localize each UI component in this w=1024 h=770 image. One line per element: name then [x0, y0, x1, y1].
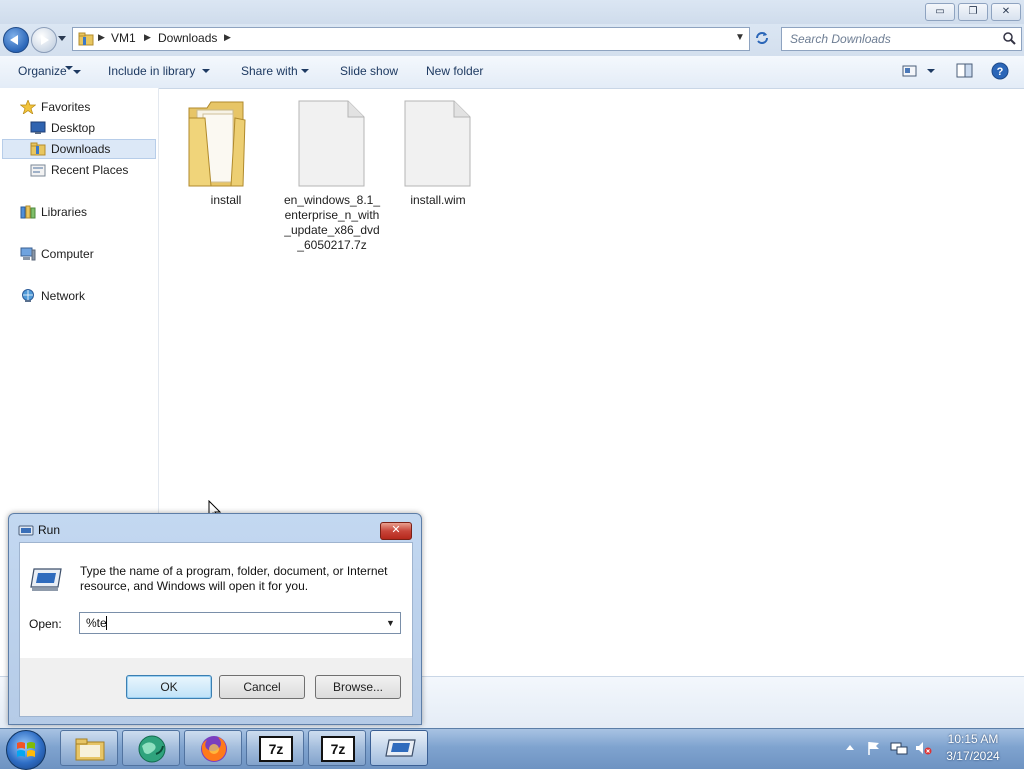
clock-date: 3/17/2024	[946, 749, 1000, 763]
computer-icon	[20, 247, 36, 261]
address-history-dropdown-icon[interactable]: ▼	[735, 32, 745, 43]
action-center-flag-icon[interactable]	[866, 740, 882, 756]
address-bar[interactable]: ▶ VM1 ▶ Downloads ▶ ▼	[72, 27, 750, 51]
file-item[interactable]: en_windows_8.1_ enterprise_n_with _updat…	[283, 100, 381, 260]
start-button[interactable]	[6, 730, 46, 770]
network-icon	[22, 289, 34, 302]
share-with-button[interactable]: Share with	[241, 64, 298, 78]
search-icon[interactable]	[1002, 31, 1016, 45]
sidebar-label-desktop: Desktop	[51, 121, 96, 135]
cancel-button[interactable]: Cancel	[219, 675, 305, 699]
recent-pages-dropdown-icon[interactable]	[58, 36, 66, 41]
run-description: Type the name of a program, folder, docu…	[80, 564, 388, 593]
organize-dropdown-icon	[65, 66, 73, 70]
open-history-dropdown-icon[interactable]: ▼	[386, 618, 395, 628]
breadcrumb-vm1[interactable]: VM1	[111, 31, 136, 45]
search-input[interactable]: Search Downloads	[781, 27, 1022, 51]
text-caret	[106, 616, 107, 630]
taskbar-app-explorer[interactable]	[60, 730, 118, 766]
folder-location-icon	[78, 32, 94, 46]
taskbar-app-7zip[interactable]: 7z	[308, 730, 366, 766]
system-clock[interactable]: 10:15 AM 3/17/2024	[932, 731, 1014, 765]
wim-file-icon	[404, 100, 471, 187]
clock-time: 10:15 AM	[947, 732, 999, 746]
file-name: en_windows_8.1_ enterprise_n_with _updat…	[283, 193, 381, 252]
libraries-icon	[20, 205, 36, 219]
windows-explorer-icon	[75, 738, 105, 761]
firefox-icon	[201, 736, 227, 762]
open-input[interactable]: %te ▼	[79, 612, 401, 634]
browser-globe-icon	[138, 735, 166, 763]
new-folder-button[interactable]: New folder	[426, 64, 483, 78]
browse-button[interactable]: Browse...	[315, 675, 401, 699]
file-name: install	[210, 193, 242, 207]
desktop-icon	[30, 121, 46, 134]
sidebar-label-recent-places: Recent Places	[51, 163, 129, 177]
breadcrumb-separator-icon[interactable]: ▶	[224, 32, 231, 43]
include-in-library-dropdown-icon	[202, 69, 210, 73]
view-options-dropdown-icon[interactable]	[927, 69, 935, 73]
volume-muted-icon[interactable]	[914, 740, 932, 756]
slide-show-button[interactable]: Slide show	[340, 64, 398, 78]
windows-logo-icon	[17, 742, 35, 757]
include-in-library-button[interactable]: Include in library	[108, 64, 195, 78]
taskbar-app-globe[interactable]	[122, 730, 180, 766]
minimize-button[interactable]: ▭	[925, 3, 955, 21]
preview-pane-icon[interactable]	[956, 63, 974, 79]
forward-button[interactable]	[31, 27, 57, 53]
file-name: install.wim	[410, 193, 466, 207]
breadcrumb-separator-icon[interactable]: ▶	[144, 32, 151, 43]
file-item[interactable]: install	[181, 96, 271, 207]
restore-button[interactable]: ❐	[958, 3, 988, 21]
run-content: Type the name of a program, folder, docu…	[19, 542, 413, 660]
file-item[interactable]: install.wim	[392, 100, 484, 210]
taskbar-app-firefox[interactable]	[184, 730, 242, 766]
downloads-folder-icon	[30, 142, 46, 156]
open-label: Open:	[29, 617, 62, 631]
sidebar-label-libraries: Libraries	[41, 205, 88, 219]
change-view-icon[interactable]	[902, 64, 918, 78]
network-status-icon[interactable]	[890, 740, 908, 756]
back-button[interactable]	[3, 27, 29, 53]
run-program-icon	[385, 739, 416, 757]
show-hidden-icons-icon[interactable]	[845, 743, 855, 751]
breadcrumb-downloads[interactable]: Downloads	[158, 31, 217, 45]
run-dialog: Run ✕ Type the name of a program, folder…	[8, 513, 422, 725]
run-title: Run	[38, 523, 61, 537]
taskbar-app-7zip[interactable]: 7z	[246, 730, 304, 766]
svg-text:?: ?	[997, 66, 1004, 78]
run-program-icon	[30, 568, 62, 591]
run-title-icon	[18, 525, 34, 536]
help-icon[interactable]: ?	[991, 62, 1009, 80]
7zip-icon: 7z	[259, 736, 293, 762]
search-placeholder: Search Downloads	[790, 32, 891, 46]
star-icon	[20, 100, 36, 114]
refresh-icon[interactable]	[754, 30, 770, 46]
archive-file-icon	[298, 100, 365, 187]
sidebar-label-downloads: Downloads	[51, 142, 111, 156]
folder-icon	[188, 101, 246, 187]
sidebar-label-network: Network	[41, 289, 86, 303]
recent-places-icon	[30, 164, 46, 177]
run-close-button[interactable]: ✕	[380, 522, 412, 540]
ok-button[interactable]: OK	[126, 675, 212, 699]
share-with-dropdown-icon	[301, 69, 309, 73]
sidebar-label-favorites: Favorites	[41, 100, 91, 114]
taskbar-app-run[interactable]	[370, 730, 428, 766]
sidebar-label-computer: Computer	[41, 247, 94, 261]
close-button[interactable]: ✕	[991, 3, 1021, 21]
open-input-value[interactable]: %te	[86, 616, 107, 630]
breadcrumb-separator-icon[interactable]: ▶	[98, 32, 105, 43]
7zip-icon: 7z	[321, 736, 355, 762]
title-bar	[0, 0, 1024, 24]
